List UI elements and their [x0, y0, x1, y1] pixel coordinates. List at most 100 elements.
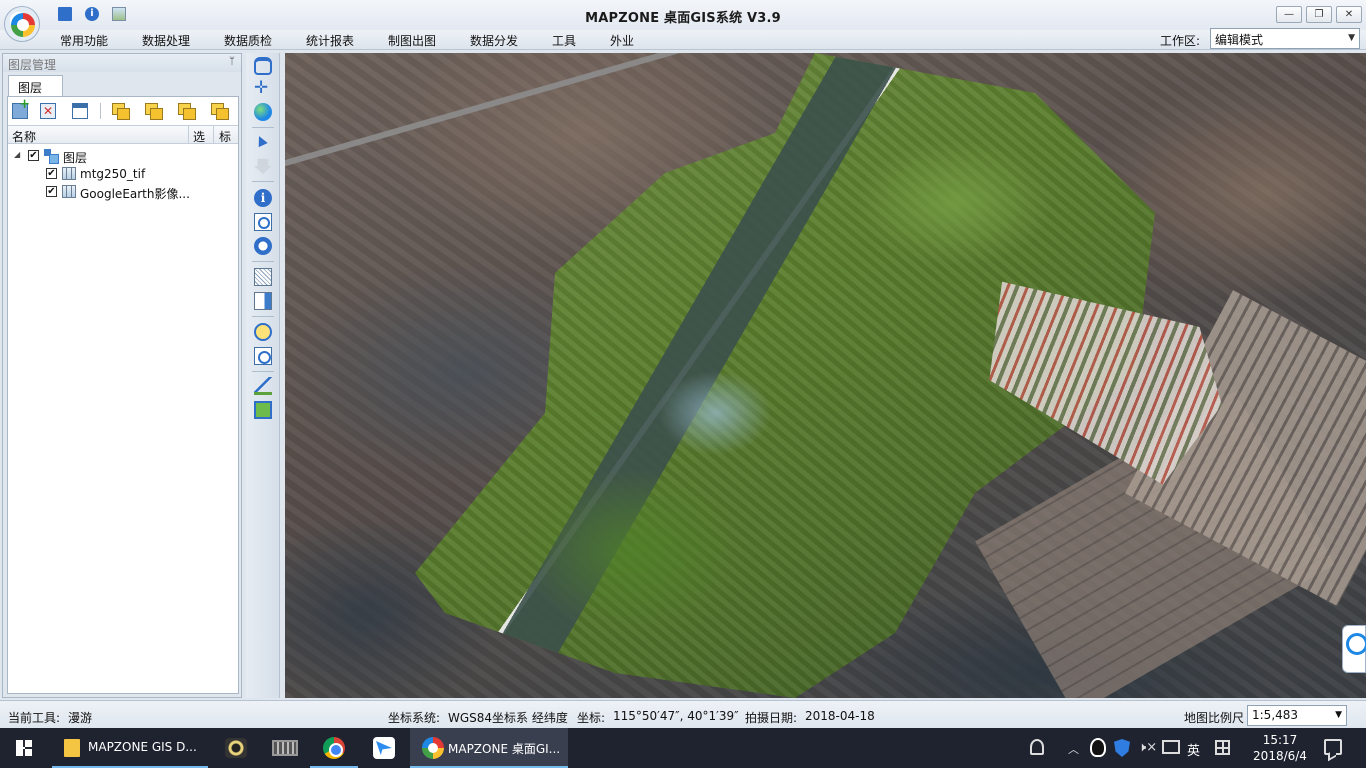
tool-divider [252, 371, 274, 372]
taskbar-item-film[interactable] [262, 728, 310, 768]
measure-distance-icon[interactable] [254, 377, 272, 395]
layer-panel: 图层管理 ᛘ 图层 ✕ 名称 选 标 ◢ ✔ 图层 ✔ mtg250_tif [2, 53, 242, 698]
select-feature-icon[interactable] [254, 158, 272, 175]
taskbar-label: MAPZONE 桌面GI... [448, 742, 561, 756]
full-extent-globe-icon[interactable] [254, 103, 272, 121]
remote-widget-icon[interactable] [1342, 625, 1366, 673]
layer-checkbox[interactable]: ✔ [46, 186, 57, 197]
chevron-down-icon: ▼ [1348, 33, 1355, 43]
scale-label: 地图比例尺 [1184, 711, 1245, 725]
security-shield-icon[interactable] [1114, 739, 1130, 757]
taskbar-item-mapzone[interactable]: MAPZONE 桌面GI... [410, 728, 568, 768]
tree-row-root[interactable]: ◢ ✔ 图层 [8, 147, 238, 165]
input-method-indicator[interactable]: 英 [1187, 740, 1200, 759]
coord-label: 坐标: [577, 711, 606, 725]
menu-common[interactable]: 常用功能 [60, 32, 108, 49]
taskbar-label: MAPZONE GIS D... [88, 740, 197, 754]
close-button[interactable]: ✕ [1336, 6, 1362, 23]
taskbar-item-messenger[interactable] [360, 728, 408, 768]
select-arrow-icon[interactable] [254, 133, 272, 151]
mapzone-icon [422, 737, 444, 759]
raster-layer-icon [62, 167, 76, 180]
qq-icon[interactable] [1090, 738, 1106, 757]
minimize-button[interactable]: — [1276, 6, 1302, 23]
show-hidden-icons[interactable]: ︿ [1068, 741, 1079, 757]
tool-divider [252, 261, 274, 262]
taskbar-item-chrome[interactable] [310, 728, 358, 768]
menu-cartography[interactable]: 制图出图 [388, 32, 436, 49]
current-tool-label: 当前工具: [8, 711, 61, 725]
crs-label: 坐标系统: [388, 711, 441, 725]
move-layer-top-icon[interactable] [178, 103, 196, 120]
panel-title: 图层管理 [8, 58, 57, 72]
map-canvas[interactable] [285, 53, 1366, 698]
move-layer-down-icon[interactable] [145, 103, 163, 120]
chevron-down-icon: ▼ [1335, 710, 1342, 720]
clock-date[interactable]: 2018/6/4 [1245, 749, 1315, 763]
column-name[interactable]: 名称 [12, 128, 36, 145]
layer-group-icon [44, 149, 59, 164]
pin-icon[interactable]: ᛘ [229, 56, 235, 67]
column-divider [213, 126, 214, 144]
chrome-icon [323, 737, 345, 759]
menu-reports[interactable]: 统计报表 [306, 32, 354, 49]
clock-time[interactable]: 15:17 [1250, 733, 1310, 747]
bookmark-pin-icon[interactable] [254, 323, 272, 341]
pan-hand-icon[interactable] [254, 57, 272, 75]
move-layer-bottom-icon[interactable] [211, 103, 229, 120]
zoom-icon[interactable] [254, 347, 272, 365]
column-label[interactable]: 标 [219, 128, 231, 145]
map-tool-strip: i [246, 53, 280, 698]
add-layer-icon[interactable] [12, 97, 30, 119]
layer-checkbox[interactable]: ✔ [46, 168, 57, 179]
move-layer-up-icon[interactable] [112, 103, 130, 120]
folder-icon [64, 739, 80, 757]
restore-button[interactable]: ❐ [1306, 6, 1332, 23]
windows-start-icon[interactable] [0, 728, 48, 768]
people-icon[interactable] [1030, 739, 1044, 755]
date-label: 拍摄日期: [745, 711, 798, 725]
menu-field[interactable]: 外业 [610, 32, 634, 49]
attribute-table-icon[interactable] [72, 103, 88, 119]
tree-label-mtg250: mtg250_tif [80, 167, 146, 181]
scale-select[interactable]: 1:5,483 ▼ [1247, 705, 1347, 726]
identify-info-icon[interactable]: i [254, 189, 272, 207]
expand-arrow-icon[interactable]: ◢ [14, 150, 20, 159]
ime-grid-icon[interactable] [1215, 740, 1230, 755]
status-bar: 当前工具: 漫游 坐标系统: WGS84坐标系 经纬度 坐标: 115°50′4… [0, 700, 1366, 728]
hatch-fill-icon[interactable] [254, 268, 272, 286]
move-icon[interactable] [254, 79, 272, 97]
tab-layers[interactable]: 图层 [8, 75, 63, 97]
volume-muted-icon[interactable]: 🕨× [1138, 740, 1157, 755]
camera-app-icon [225, 738, 247, 758]
tool-divider [252, 316, 274, 317]
network-icon[interactable] [1162, 740, 1180, 754]
measure-area-icon[interactable] [254, 401, 272, 419]
window-title: MAPZONE 桌面GIS系统 V3.9 [585, 11, 781, 26]
menu-data-qc[interactable]: 数据质检 [224, 32, 272, 49]
tool-divider [252, 181, 274, 182]
remove-layer-icon[interactable]: ✕ [40, 103, 56, 119]
tree-row-googleearth[interactable]: ✔ GoogleEarth影像... [8, 183, 238, 201]
menu-tools[interactable]: 工具 [552, 32, 576, 49]
root-checkbox[interactable]: ✔ [28, 150, 39, 161]
document-icon[interactable] [254, 292, 272, 310]
workspace-select[interactable]: 编辑模式 ▼ [1210, 28, 1360, 49]
search-icon[interactable] [254, 237, 272, 255]
crs-value: WGS84坐标系 经纬度 [448, 711, 568, 725]
current-tool-value: 漫游 [68, 711, 93, 725]
app-logo-icon[interactable] [4, 6, 40, 42]
layer-tree-container: ✕ 名称 选 标 ◢ ✔ 图层 ✔ mtg250_tif ✔ GoogleE [7, 96, 239, 694]
tree-row-mtg250[interactable]: ✔ mtg250_tif [8, 165, 238, 183]
column-select[interactable]: 选 [193, 128, 205, 145]
menu-data-processing[interactable]: 数据处理 [142, 32, 190, 49]
video-app-icon [272, 740, 298, 756]
taskbar-item-camera[interactable] [212, 728, 260, 768]
tree-label-root: 图层 [63, 151, 88, 165]
title-bar: i MAPZONE 桌面GIS系统 V3.9 — ❐ ✕ [0, 0, 1366, 30]
menu-distribution[interactable]: 数据分发 [470, 32, 518, 49]
tool-divider [252, 127, 274, 128]
query-window-icon[interactable] [254, 213, 272, 231]
notification-icon[interactable] [1324, 739, 1342, 755]
taskbar-item-explorer[interactable]: MAPZONE GIS D... [52, 728, 208, 768]
